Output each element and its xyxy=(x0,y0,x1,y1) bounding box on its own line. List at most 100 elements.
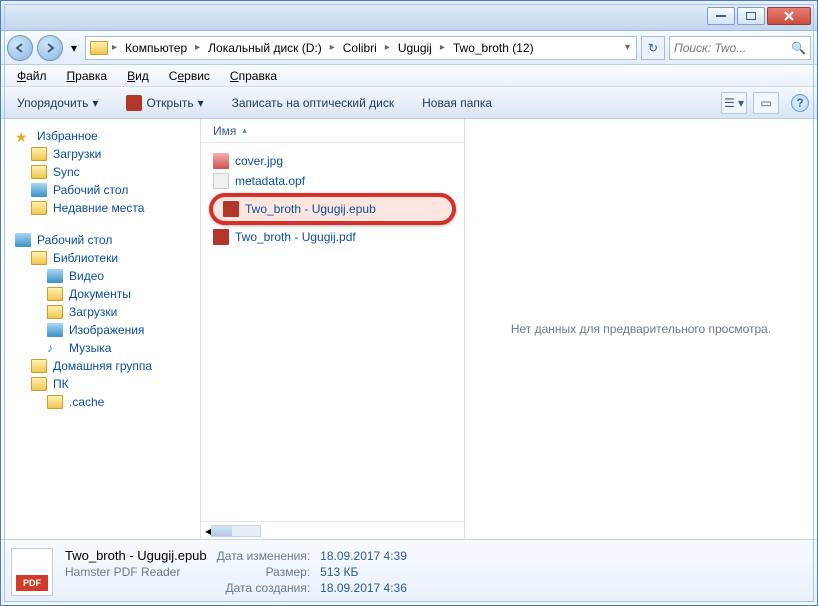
details-created-label: Дата создания: xyxy=(217,581,311,595)
menu-view[interactable]: Вид xyxy=(119,67,157,85)
sidebar-item-recent[interactable]: Недавние места xyxy=(1,199,200,217)
menu-help[interactable]: Справка xyxy=(222,67,285,85)
star-icon: ★ xyxy=(15,129,31,143)
details-app: Hamster PDF Reader xyxy=(65,565,207,579)
chevron-right-icon: ▸ xyxy=(328,42,337,53)
preview-pane: Нет данных для предварительного просмотр… xyxy=(465,119,817,539)
details-modified-value: 18.09.2017 4:39 xyxy=(320,549,407,563)
search-input[interactable] xyxy=(674,41,791,55)
menu-file[interactable]: Файл xyxy=(9,67,55,85)
details-pane: PDF Two_broth - Ugugij.epub Дата изменен… xyxy=(1,539,817,603)
menubar: Файл Правка Вид Сервис Справка xyxy=(1,65,817,87)
sidebar-pc[interactable]: ПК xyxy=(1,375,200,393)
back-button[interactable] xyxy=(7,35,33,61)
preview-pane-button[interactable]: ▭ xyxy=(753,92,779,114)
libraries-icon xyxy=(31,251,47,265)
jpg-icon xyxy=(213,153,229,169)
sidebar-item-desktop[interactable]: Рабочий стол xyxy=(1,181,200,199)
folder-icon xyxy=(31,147,47,161)
forward-button[interactable] xyxy=(37,35,63,61)
sidebar-item-sync[interactable]: Sync xyxy=(1,163,200,181)
sort-arrow-icon: ▴ xyxy=(242,125,247,136)
refresh-button[interactable]: ↻ xyxy=(641,36,665,60)
pictures-icon xyxy=(47,323,63,337)
sidebar-desktop[interactable]: Рабочий стол xyxy=(1,231,200,249)
menu-tools[interactable]: Сервис xyxy=(161,67,218,85)
preview-empty-text: Нет данных для предварительного просмотр… xyxy=(511,322,771,336)
crumb-computer[interactable]: Компьютер xyxy=(121,39,191,57)
chevron-right-icon: ▸ xyxy=(383,42,392,53)
chevron-right-icon: ▸ xyxy=(110,42,119,53)
toolbar: Упорядочить ▾ Открыть ▾ Записать на опти… xyxy=(1,87,817,119)
chevron-down-icon: ▾ xyxy=(198,96,204,110)
details-size-label: Размер: xyxy=(217,565,311,579)
sidebar-item-downloads2[interactable]: Загрузки xyxy=(1,303,200,321)
file-row-cover[interactable]: cover.jpg xyxy=(205,151,460,171)
menu-edit[interactable]: Правка xyxy=(59,67,116,85)
pdf-icon xyxy=(213,229,229,245)
file-pane: Имя ▴ cover.jpg metadata.opf Two_broth -… xyxy=(201,119,465,539)
file-row-epub-selected[interactable]: Two_broth - Ugugij.epub xyxy=(209,193,456,225)
chevron-right-icon: ▸ xyxy=(438,42,447,53)
close-button[interactable] xyxy=(767,7,811,25)
sidebar-item-downloads[interactable]: Загрузки xyxy=(1,145,200,163)
video-icon xyxy=(47,269,63,283)
folder-icon xyxy=(47,395,63,409)
details-created-value: 18.09.2017 4:36 xyxy=(320,581,407,595)
opf-icon xyxy=(213,173,229,189)
help-button[interactable]: ? xyxy=(791,94,809,112)
column-name[interactable]: Имя xyxy=(213,124,236,138)
burn-button[interactable]: Записать на оптический диск xyxy=(224,93,403,113)
sidebar-cache[interactable]: .cache xyxy=(1,393,200,411)
address-bar[interactable]: ▸ Компьютер ▸ Локальный диск (D:) ▸ Coli… xyxy=(85,36,637,60)
folder-icon xyxy=(31,377,47,391)
history-dropdown[interactable]: ▾ xyxy=(67,35,81,61)
sidebar-item-documents[interactable]: Документы xyxy=(1,285,200,303)
crumb-disk[interactable]: Локальный диск (D:) xyxy=(204,39,326,57)
documents-icon xyxy=(47,287,63,301)
file-icon xyxy=(126,95,142,111)
sidebar-favorites[interactable]: ★Избранное xyxy=(1,127,200,145)
sidebar-homegroup[interactable]: Домашняя группа xyxy=(1,357,200,375)
new-folder-button[interactable]: Новая папка xyxy=(414,93,500,113)
horizontal-scrollbar[interactable]: ◂ xyxy=(201,521,464,539)
desktop-icon xyxy=(15,233,31,247)
explorer-window: ▾ ▸ Компьютер ▸ Локальный диск (D:) ▸ Co… xyxy=(0,0,818,606)
main-area: ★Избранное Загрузки Sync Рабочий стол Не… xyxy=(1,119,817,539)
chevron-down-icon: ▾ xyxy=(92,96,98,110)
details-modified-label: Дата изменения: xyxy=(217,549,311,563)
details-size-value: 513 КБ xyxy=(320,565,407,579)
organize-button[interactable]: Упорядочить ▾ xyxy=(9,93,106,113)
homegroup-icon xyxy=(31,359,47,373)
maximize-button[interactable] xyxy=(737,7,765,25)
file-row-metadata[interactable]: metadata.opf xyxy=(205,171,460,191)
sidebar-libraries[interactable]: Библиотеки xyxy=(1,249,200,267)
details-filename: Two_broth - Ugugij.epub xyxy=(65,548,207,563)
content-area: Имя ▴ cover.jpg metadata.opf Two_broth -… xyxy=(201,119,817,539)
crumb-colibri[interactable]: Colibri xyxy=(339,39,381,57)
desktop-icon xyxy=(31,183,47,197)
titlebar xyxy=(1,1,817,31)
folder-icon xyxy=(90,41,108,55)
minimize-button[interactable] xyxy=(707,7,735,25)
details-file-icon: PDF xyxy=(11,548,53,596)
sidebar: ★Избранное Загрузки Sync Рабочий стол Не… xyxy=(1,119,201,539)
search-icon: 🔍 xyxy=(791,41,806,55)
column-header[interactable]: Имя ▴ xyxy=(201,119,464,143)
sidebar-item-pictures[interactable]: Изображения xyxy=(1,321,200,339)
chevron-right-icon: ▸ xyxy=(193,42,202,53)
music-icon: ♪ xyxy=(47,341,63,355)
folder-icon xyxy=(31,165,47,179)
epub-icon xyxy=(223,201,239,217)
sidebar-item-video[interactable]: Видео xyxy=(1,267,200,285)
view-mode-button[interactable]: ☰ ▾ xyxy=(721,92,747,114)
navbar: ▾ ▸ Компьютер ▸ Локальный диск (D:) ▸ Co… xyxy=(1,31,817,65)
open-button[interactable]: Открыть ▾ xyxy=(118,92,211,114)
address-dropdown-icon[interactable]: ▾ xyxy=(623,42,632,53)
sidebar-item-music[interactable]: ♪Музыка xyxy=(1,339,200,357)
crumb-ugugij[interactable]: Ugugij xyxy=(394,39,436,57)
file-row-pdf[interactable]: Two_broth - Ugugij.pdf xyxy=(205,227,460,247)
crumb-twobroth[interactable]: Two_broth (12) xyxy=(449,39,538,57)
folder-icon xyxy=(47,305,63,319)
search-box[interactable]: 🔍 xyxy=(669,36,811,60)
